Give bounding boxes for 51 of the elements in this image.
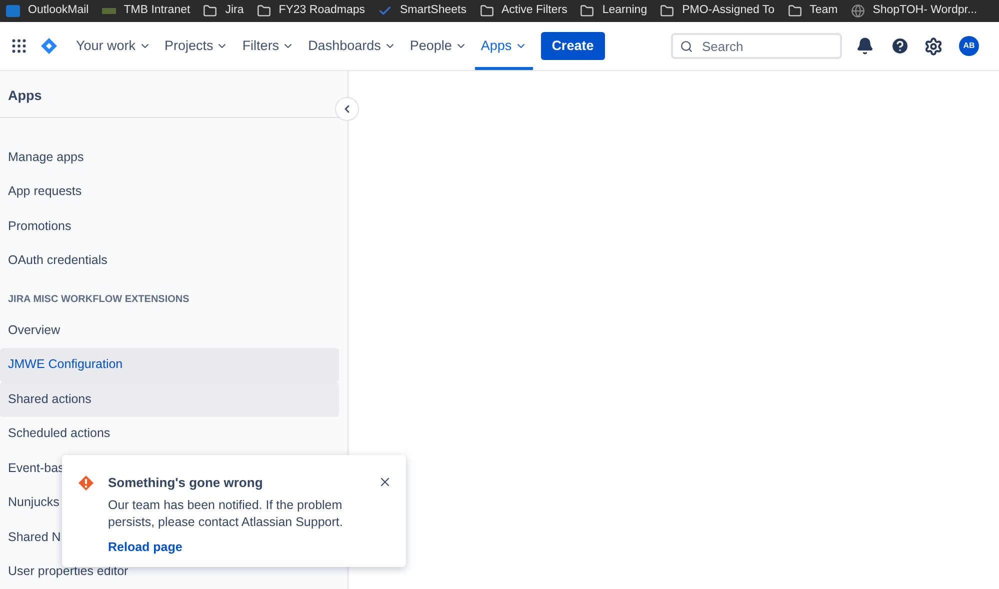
folder-icon: [788, 4, 802, 18]
sidebar-item[interactable]: Shared actions: [0, 382, 339, 416]
bookmark-link[interactable]: Learning: [580, 2, 648, 20]
collapse-button[interactable]: [335, 97, 359, 121]
toast-message: Our team has been notified. If the problem persists, please contact Atlassian Support.: [108, 497, 344, 531]
bookmark-link[interactable]: Team: [788, 2, 838, 20]
bookmark-link[interactable]: OutlookMail: [6, 2, 89, 20]
nav-menu[interactable]: Projects: [158, 22, 234, 70]
bookmark-link[interactable]: Jira: [203, 2, 244, 20]
nav-menu[interactable]: Apps: [474, 22, 533, 70]
folder-icon: [580, 4, 594, 18]
sidebar-item[interactable]: OAuth credentials: [0, 244, 339, 278]
bookmark-link[interactable]: Active Filters: [480, 2, 568, 20]
bookmark-link[interactable]: TMB Intranet: [102, 2, 190, 20]
folder-icon: [660, 4, 674, 18]
sidebar-item[interactable]: JMWE Configuration: [0, 348, 339, 382]
bookmark-link[interactable]: SmartSheets: [378, 2, 466, 20]
check-icon: [378, 4, 392, 18]
sidebar-item[interactable]: Manage apps: [0, 140, 339, 174]
bell-icon[interactable]: [856, 37, 874, 55]
globe-icon: [850, 4, 865, 18]
search-icon: [680, 40, 693, 52]
create-button[interactable]: Create: [540, 32, 605, 60]
nav-menu[interactable]: People: [404, 22, 473, 70]
toast-title: Something's gone wrong: [108, 475, 264, 491]
bookmark-link[interactable]: FY23 Roadmaps: [256, 2, 366, 20]
diamond-logo-icon[interactable]: [40, 37, 58, 55]
sidebar-item[interactable]: Promotions: [0, 209, 339, 244]
error-icon: [78, 475, 94, 491]
sidebar-item[interactable]: Scheduled actions: [0, 416, 339, 451]
folder-icon: [480, 4, 494, 18]
search-field[interactable]: Search: [671, 33, 842, 59]
bookmark-link[interactable]: ShopTOH- Wordpr...: [850, 2, 978, 20]
mail-app-icon: [6, 5, 20, 17]
nav-menu[interactable]: Filters: [236, 22, 300, 70]
section-heading: JIRA MISC WORKFLOW EXTENSIONS: [7, 293, 190, 307]
folder-icon: [203, 4, 218, 18]
nav-menu[interactable]: Dashboards: [302, 22, 402, 70]
sidebar-item[interactable]: Overview: [0, 313, 339, 348]
sidebar-title: Apps: [8, 86, 42, 105]
help-icon[interactable]: [890, 36, 910, 56]
user-avatar[interactable]: AB: [959, 36, 979, 56]
close-icon[interactable]: [378, 475, 392, 489]
nav-menu[interactable]: Your work: [70, 22, 157, 70]
app-switcher-icon[interactable]: [10, 37, 28, 55]
reload-link[interactable]: Reload page: [108, 538, 182, 557]
bookmark-link[interactable]: PMO-Assigned To: [660, 2, 775, 20]
settings-icon[interactable]: [924, 36, 943, 56]
sidebar-item[interactable]: App requests: [0, 174, 339, 209]
folder-icon: [256, 4, 271, 18]
logo-icon: [102, 8, 116, 14]
